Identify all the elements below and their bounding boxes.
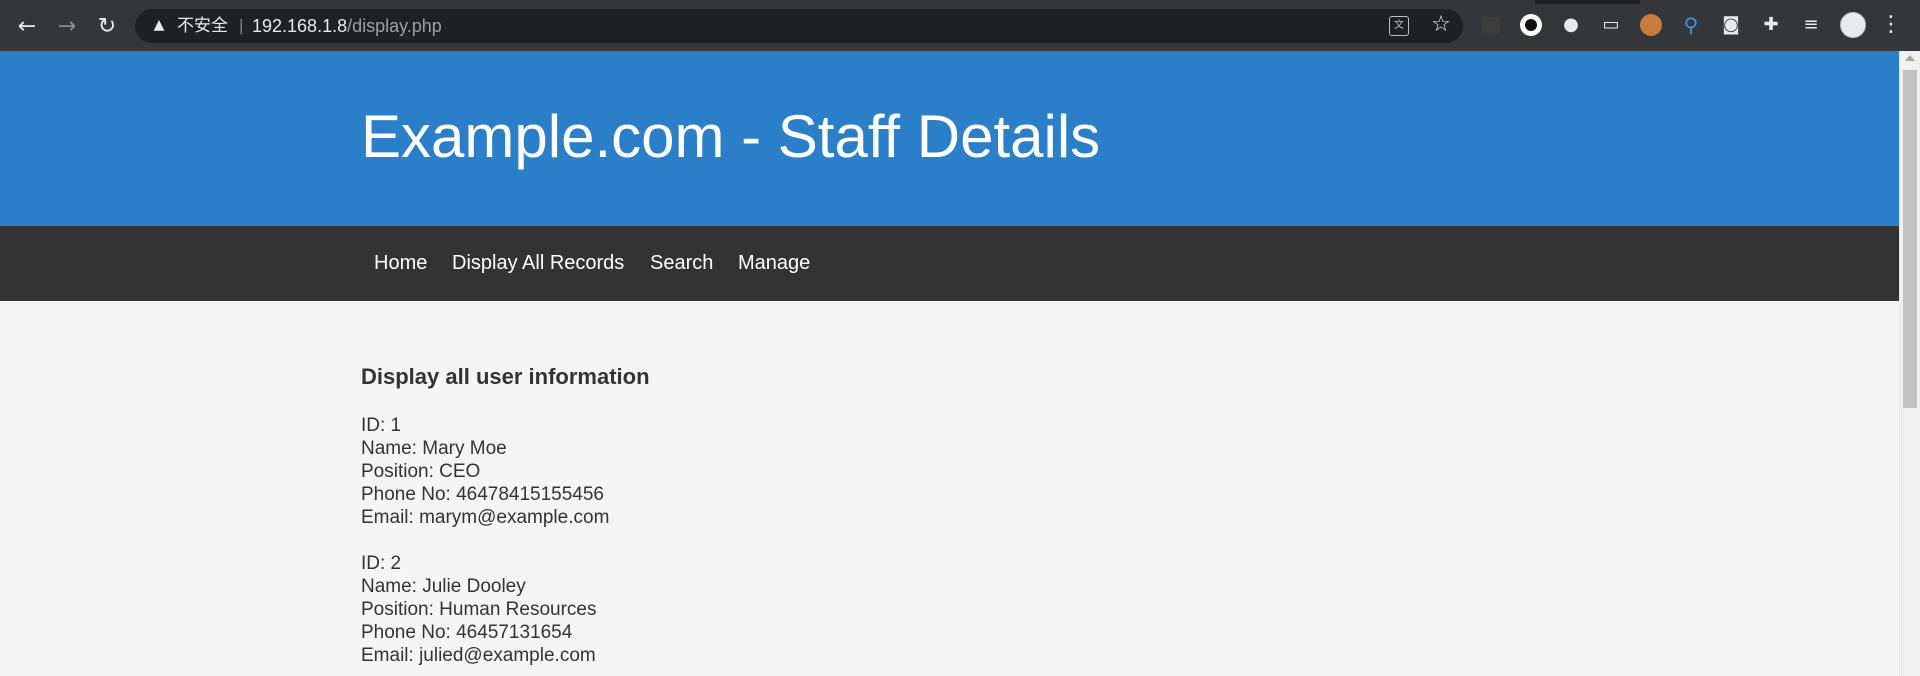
nav-manage-link[interactable]: Manage bbox=[738, 251, 810, 275]
reload-icon[interactable]: ↻ bbox=[93, 13, 121, 41]
address-bar[interactable]: ▲ 不安全 | 192.168.1.8/display.php 文 ☆ bbox=[135, 9, 1463, 43]
user-record: ID: 2 Name: Julie Dooley Position: Human… bbox=[361, 552, 650, 667]
url-separator: | bbox=[239, 16, 244, 35]
translate-icon[interactable]: 文 bbox=[1389, 16, 1409, 36]
star-icon[interactable]: ☆ bbox=[1429, 12, 1453, 38]
record-position: Position: CEO bbox=[361, 461, 481, 482]
record-email: Email: julied@example.com bbox=[361, 645, 596, 666]
puzzle-icon[interactable]: ✚ bbox=[1760, 14, 1782, 36]
extension-circle-icon[interactable] bbox=[1520, 14, 1542, 36]
extension-cloud-icon[interactable]: ● bbox=[1560, 14, 1582, 36]
scrollbar-thumb[interactable] bbox=[1903, 70, 1917, 408]
warning-icon[interactable]: ▲ bbox=[151, 17, 167, 33]
record-phone: Phone No: 46457131654 bbox=[361, 622, 573, 643]
forward-icon[interactable]: → bbox=[53, 13, 81, 41]
nav-search-link[interactable]: Search bbox=[650, 251, 713, 275]
extension-mask-icon[interactable]: ◙ bbox=[1720, 14, 1742, 36]
record-id: ID: 1 bbox=[361, 415, 402, 436]
site-title: Example.com - Staff Details bbox=[361, 103, 1101, 170]
user-record: ID: 1 Name: Mary Moe Position: CEO Phone… bbox=[361, 414, 650, 529]
inactive-tab-edge bbox=[1640, 0, 1920, 4]
reading-list-icon[interactable]: ≡ bbox=[1800, 14, 1822, 36]
url-host[interactable]: 192.168.1.8 bbox=[252, 16, 347, 36]
menu-icon[interactable]: ⋮ bbox=[1880, 14, 1902, 36]
extension-pin-icon[interactable]: ⚲ bbox=[1680, 14, 1702, 36]
page-scrollbar[interactable] bbox=[1899, 51, 1920, 676]
main-nav: Home Display All Records Search Manage bbox=[0, 226, 1899, 301]
site-header: Example.com - Staff Details bbox=[0, 51, 1899, 226]
browser-toolbar: ← → ↻ ▲ 不安全 | 192.168.1.8/display.php 文 … bbox=[0, 0, 1920, 51]
record-id: ID: 2 bbox=[361, 553, 402, 574]
scroll-up-arrow-icon[interactable] bbox=[1905, 55, 1915, 61]
extension-cookie-icon[interactable] bbox=[1640, 14, 1662, 36]
security-label[interactable]: 不安全 bbox=[177, 16, 228, 36]
url-text[interactable]: 192.168.1.8/display.php bbox=[252, 16, 442, 36]
profile-avatar[interactable] bbox=[1840, 12, 1866, 38]
record-name: Name: Mary Moe bbox=[361, 438, 507, 459]
active-tab-edge bbox=[0, 0, 1535, 4]
record-position: Position: Human Resources bbox=[361, 599, 597, 620]
tab-strip-edge bbox=[0, 0, 1920, 4]
extension-laptop-icon[interactable]: ▭ bbox=[1600, 14, 1622, 36]
back-icon[interactable]: ← bbox=[13, 13, 41, 41]
main-content: Display all user information ID: 1 Name:… bbox=[361, 362, 650, 667]
record-name: Name: Julie Dooley bbox=[361, 576, 526, 597]
record-email: Email: marym@example.com bbox=[361, 507, 610, 528]
page-heading: Display all user information bbox=[361, 364, 650, 389]
record-phone: Phone No: 46478415155456 bbox=[361, 484, 605, 505]
nav-display-all-records-link[interactable]: Display All Records bbox=[452, 251, 624, 275]
url-path[interactable]: /display.php bbox=[347, 16, 442, 36]
nav-home-link[interactable]: Home bbox=[374, 251, 427, 275]
extension-icon[interactable] bbox=[1482, 17, 1500, 35]
